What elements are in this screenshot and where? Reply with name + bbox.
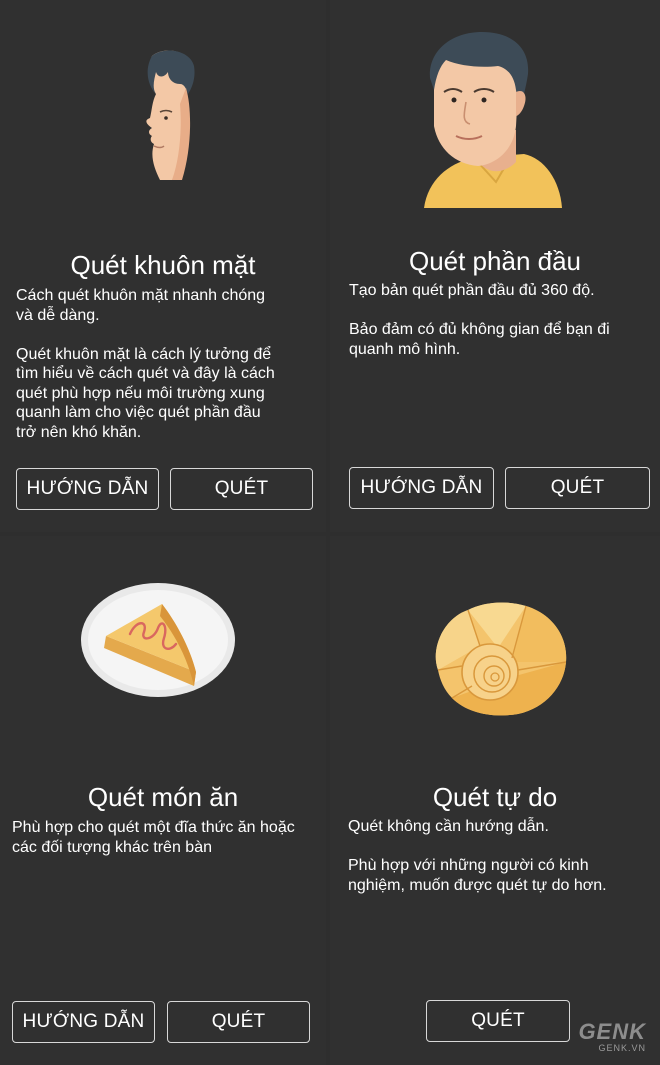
card-title: Quét tự do [432,782,558,812]
card-description: Cách quét khuôn mặt nhanh chóng và dễ dà… [16,287,275,441]
card-description: Tạo bản quét phần đầu đủ 360 độ. Bảo đảm… [349,282,610,358]
guide-button[interactable]: HƯỚNG DẪN [16,468,159,510]
face-scan-card: Quét khuôn mặt Cách quét khuôn mặt nhanh… [0,0,326,532]
watermark-logo: GENK [578,1019,646,1044]
scan-button[interactable]: QUÉT [426,1000,570,1042]
free-scan-card: Quét tự do Quét không cần hướng dẫn. Phù… [330,536,660,1065]
scan-button[interactable]: QUÉT [505,467,650,509]
head-scan-card: Quét phần đầu Tạo bản quét phần đầu đủ 3… [330,0,660,532]
guide-button[interactable]: HƯỚNG DẪN [349,467,494,509]
scan-button[interactable]: QUÉT [167,1001,310,1043]
card-title: Quét món ăn [87,782,239,812]
cake-plate-icon [81,583,235,697]
food-scan-card: Quét món ăn Phù hợp cho quét một đĩa thứ… [0,536,326,1065]
scan-button[interactable]: QUÉT [170,468,313,510]
head-bust-icon [424,32,562,208]
face-profile-icon [146,50,195,181]
card-description: Quét không cần hướng dẫn. Phù hợp với nh… [348,818,607,894]
card-title: Quét phần đầu [408,246,582,276]
genk-watermark: GENK GENK.VN [578,1019,646,1053]
card-description: Phù hợp cho quét một đĩa thức ăn hoặc cá… [12,819,295,856]
guide-button[interactable]: HƯỚNG DẪN [12,1001,155,1043]
seashell-icon [435,602,567,716]
card-title: Quét khuôn mặt [70,250,256,280]
